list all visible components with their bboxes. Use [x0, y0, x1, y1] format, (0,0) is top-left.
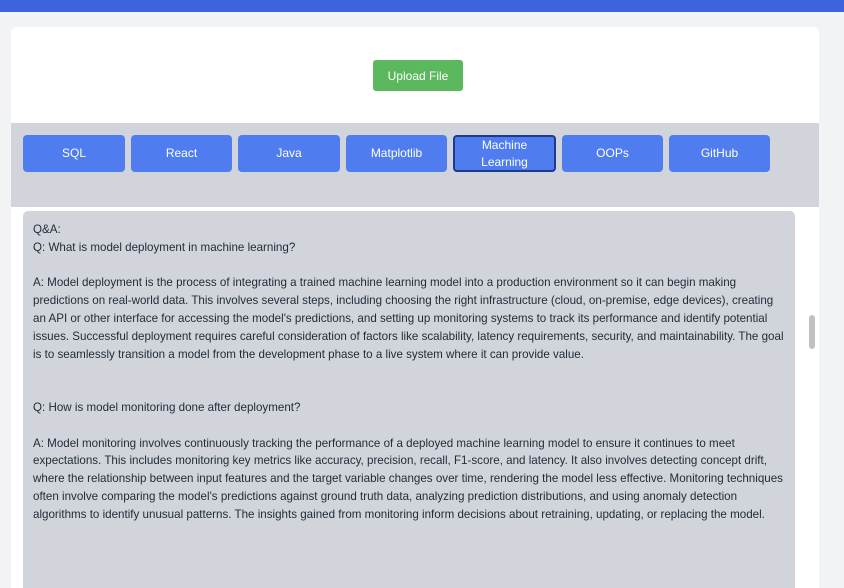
main-card: Upload File SQL React Java Matplotlib Ma…: [11, 27, 819, 588]
qa-heading: Q&A:: [33, 223, 61, 236]
qa-question: Q: What is model deployment in machine l…: [33, 240, 296, 254]
qa-answer: A: Model monitoring involves continuousl…: [33, 436, 783, 521]
tab-oops[interactable]: OOPs: [562, 135, 663, 172]
tab-github[interactable]: GitHub: [669, 135, 770, 172]
qa-question: Q: How is model monitoring done after de…: [33, 400, 301, 414]
upload-section: Upload File: [11, 27, 819, 123]
top-bar: [0, 0, 844, 12]
topic-tabs-bar: SQL React Java Matplotlib Machine Learni…: [11, 123, 819, 207]
tab-sql[interactable]: SQL: [23, 135, 125, 172]
tab-react[interactable]: React: [131, 135, 232, 172]
qa-answer: A: Model deployment is the process of in…: [33, 276, 784, 361]
qa-content-area: Q&A: Q: What is model deployment in mach…: [11, 207, 819, 588]
scrollbar[interactable]: [808, 207, 819, 588]
tab-matplotlib[interactable]: Matplotlib: [346, 135, 447, 172]
scrollbar-thumb[interactable]: [809, 315, 815, 349]
tab-machine-learning[interactable]: Machine Learning: [453, 135, 556, 172]
tab-java[interactable]: Java: [238, 135, 340, 172]
qa-panel: Q&A: Q: What is model deployment in mach…: [23, 211, 795, 588]
upload-file-button[interactable]: Upload File: [373, 60, 463, 91]
